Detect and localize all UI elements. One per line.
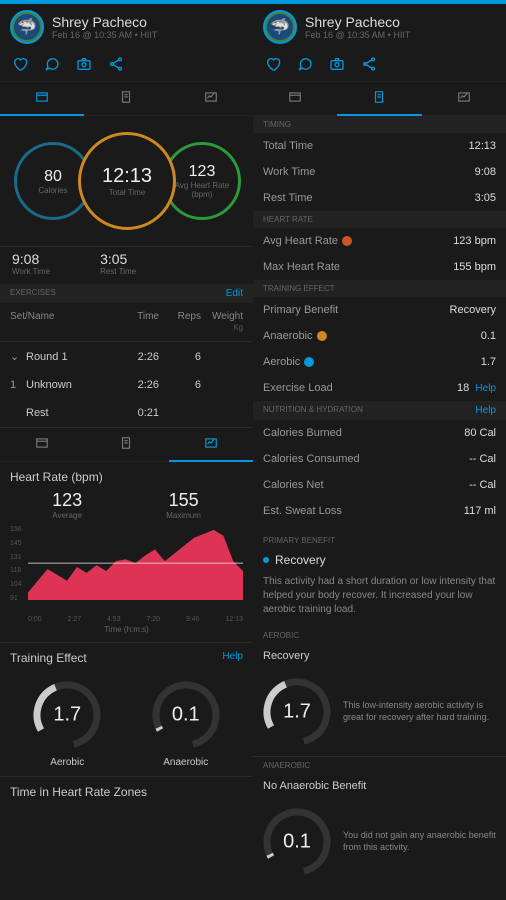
table-header: Set/Name Time Reps WeightKg [0, 303, 253, 341]
activity-subtitle: Feb 16 @ 10:35 AM • HIIT [305, 30, 410, 40]
tab-overview[interactable] [253, 82, 337, 115]
aerobic-gauge: 1.7 Aerobic [31, 679, 103, 768]
aerobic-hdr: AEROBIC [253, 627, 506, 644]
action-bar [253, 50, 506, 82]
left-panel: 🦈 Shrey Pacheco Feb 16 @ 10:35 AM • HIIT… [0, 0, 253, 900]
hr-area-chart [28, 526, 243, 600]
like-icon[interactable] [12, 56, 28, 75]
tab-overview[interactable] [0, 428, 84, 461]
pb-desc: This activity had a short duration or lo… [253, 571, 506, 627]
hr-max: 155 [166, 490, 201, 511]
work-time-value: 9:08 [12, 251, 50, 267]
edit-link[interactable]: Edit [226, 288, 243, 299]
training-effect-title: Training Effect [10, 651, 87, 665]
action-bar [0, 50, 253, 82]
tab-charts[interactable] [169, 82, 253, 115]
work-time-label: Work Time [12, 267, 50, 276]
hr-avg: 123 [52, 490, 82, 511]
like-icon[interactable] [265, 56, 281, 75]
summary-circles: 80 Calories 12:13 Total Time 123 Avg Hea… [0, 116, 253, 246]
header: 🦈 Shrey Pacheco Feb 16 @ 10:35 AM • HIIT [0, 4, 253, 50]
total-time-circle[interactable]: 12:13 Total Time [78, 132, 176, 230]
aerobic-row: 1.7 This low-intensity aerobic activity … [253, 668, 506, 756]
anaerobic-title: No Anaerobic Benefit [253, 774, 506, 798]
calories-value: 80 [44, 168, 62, 186]
anaerobic-row: 0.1 You did not gain any anaerobic benef… [253, 798, 506, 886]
rest-time-value: 3:05 [100, 251, 136, 267]
hr-header: HEART RATE [253, 211, 506, 228]
exercises-header: EXERCISES Edit [0, 284, 253, 303]
tab-charts[interactable] [169, 428, 253, 461]
user-name: Shrey Pacheco [52, 14, 157, 30]
user-name: Shrey Pacheco [305, 14, 410, 30]
top-tabs [0, 82, 253, 116]
anaerobic-hdr: ANAEROBIC [253, 757, 506, 774]
total-time-value: 12:13 [102, 165, 152, 188]
te-header: TRAINING EFFECT [253, 280, 506, 297]
help-link[interactable]: Help [222, 651, 243, 665]
avg-hr-label: Avg Heart Rate (bpm) [166, 181, 238, 199]
pb-header: PRIMARY BENEFIT [253, 532, 506, 549]
top-tabs [253, 82, 506, 116]
table-row[interactable]: Rest 0:21 [0, 399, 253, 427]
comment-icon[interactable] [297, 56, 313, 75]
tiz-title: Time in Heart Rate Zones [10, 785, 147, 799]
avatar[interactable]: 🦈 [263, 10, 297, 44]
share-icon[interactable] [361, 56, 377, 75]
avg-hr-value: 123 [189, 163, 216, 181]
chevron-down-icon: ⌄ [10, 350, 20, 363]
camera-icon[interactable] [76, 56, 92, 75]
share-icon[interactable] [108, 56, 124, 75]
tab-stats[interactable] [84, 82, 168, 115]
bottom-tabs [0, 428, 253, 462]
rest-time-label: Rest Time [100, 267, 136, 276]
tab-stats[interactable] [84, 428, 168, 461]
camera-icon[interactable] [329, 56, 345, 75]
nutrition-header: NUTRITION & HYDRATIONHelp [253, 401, 506, 420]
hr-chart: Heart Rate (bpm) 123Average 155Maximum 1… [0, 462, 253, 642]
table-row[interactable]: 1 Unknown 2:26 6 [0, 371, 253, 399]
aerobic-icon [304, 357, 314, 367]
pb-title: Recovery [253, 549, 506, 571]
header: 🦈 Shrey Pacheco Feb 16 @ 10:35 AM • HIIT [253, 4, 506, 50]
tab-charts[interactable] [422, 82, 506, 115]
right-panel: 🦈 Shrey Pacheco Feb 16 @ 10:35 AM • HIIT… [253, 0, 506, 900]
tab-stats[interactable] [337, 82, 421, 115]
heart-icon [342, 236, 352, 246]
comment-icon[interactable] [44, 56, 60, 75]
tab-overview[interactable] [0, 82, 84, 115]
anaerobic-gauge: 0.1 Anaerobic [150, 679, 222, 768]
help-link[interactable]: Help [475, 405, 496, 416]
avatar[interactable]: 🦈 [10, 10, 44, 44]
bullet-icon [263, 557, 269, 563]
table-row[interactable]: ⌄ Round 1 2:26 6 [0, 342, 253, 371]
time-row: 9:08 Work Time 3:05 Rest Time [0, 247, 253, 284]
total-time-label: Total Time [109, 188, 145, 197]
anaerobic-icon [317, 331, 327, 341]
activity-subtitle: Feb 16 @ 10:35 AM • HIIT [52, 30, 157, 40]
aerobic-title: Recovery [253, 644, 506, 668]
calories-label: Calories [38, 186, 67, 195]
help-link[interactable]: Help [475, 383, 496, 394]
gauge-row: 1.7 Aerobic 0.1 Anaerobic [0, 671, 253, 776]
timing-header: TIMING [253, 116, 506, 133]
